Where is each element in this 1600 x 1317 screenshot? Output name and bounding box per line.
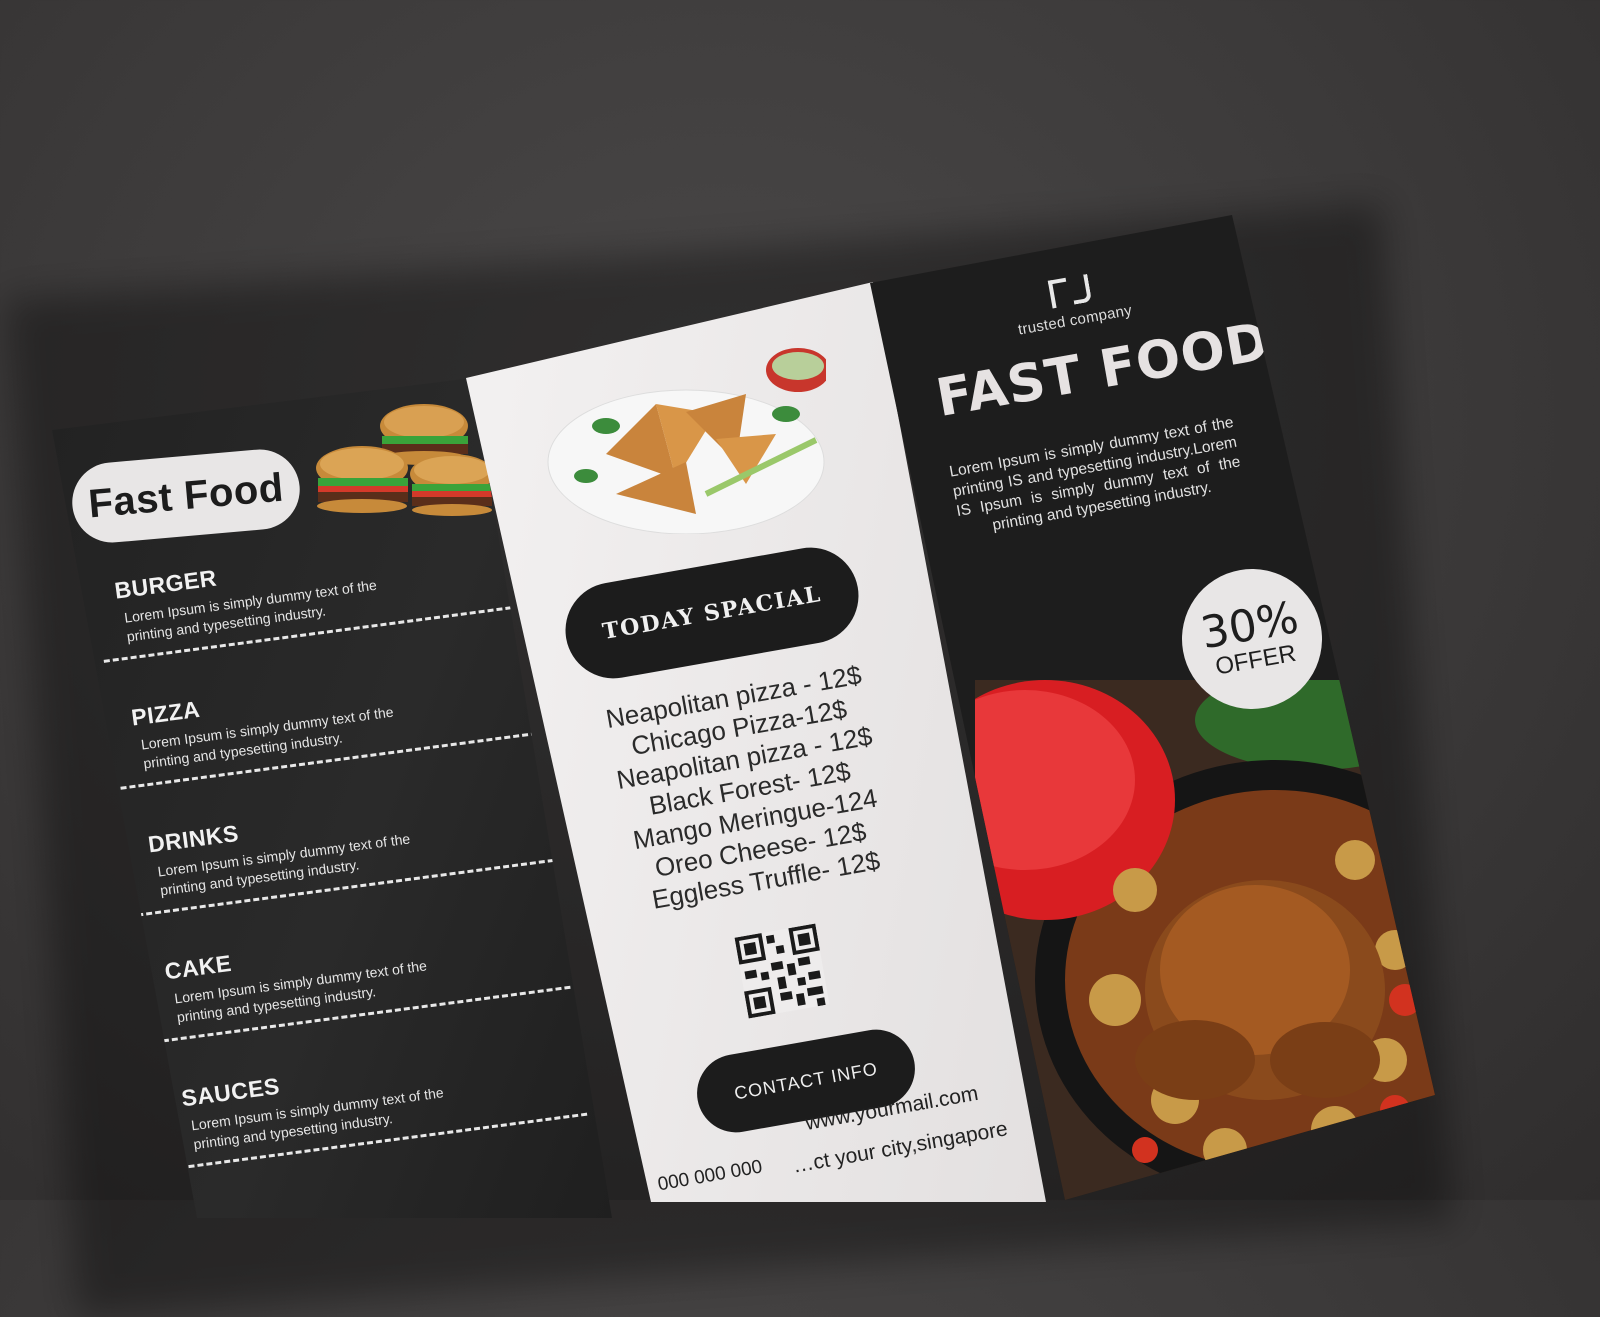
fast-food-title: Fast Food — [86, 465, 286, 526]
specials-list: Neapolitan pizza - 12$ Chicago Pizza-12$… — [569, 653, 932, 924]
contact-phone: 000 000 000 — [656, 1156, 764, 1196]
today-special-label: TODAY SPACIAL — [600, 580, 824, 646]
today-special-pill: TODAY SPACIAL — [557, 540, 867, 686]
company-logo: trusted company — [999, 265, 1146, 341]
menu-item-name: CAKE — [163, 949, 234, 985]
cover-title: FAST FOOD — [932, 311, 1275, 430]
menu-item-name: PIZZA — [129, 695, 202, 731]
logo-tagline: trusted company — [1016, 301, 1134, 339]
contact-info-label: CONTACT INFO — [732, 1058, 880, 1103]
fast-food-title-pill: Fast Food — [68, 446, 304, 546]
burgers-image — [316, 404, 492, 516]
fj-logo-icon — [1047, 273, 1093, 309]
qr-code-icon — [734, 923, 830, 1019]
samosa-plate-image — [547, 348, 826, 534]
cover-description: Lorem Ipsum is simply dummy text of the … — [948, 413, 1242, 535]
